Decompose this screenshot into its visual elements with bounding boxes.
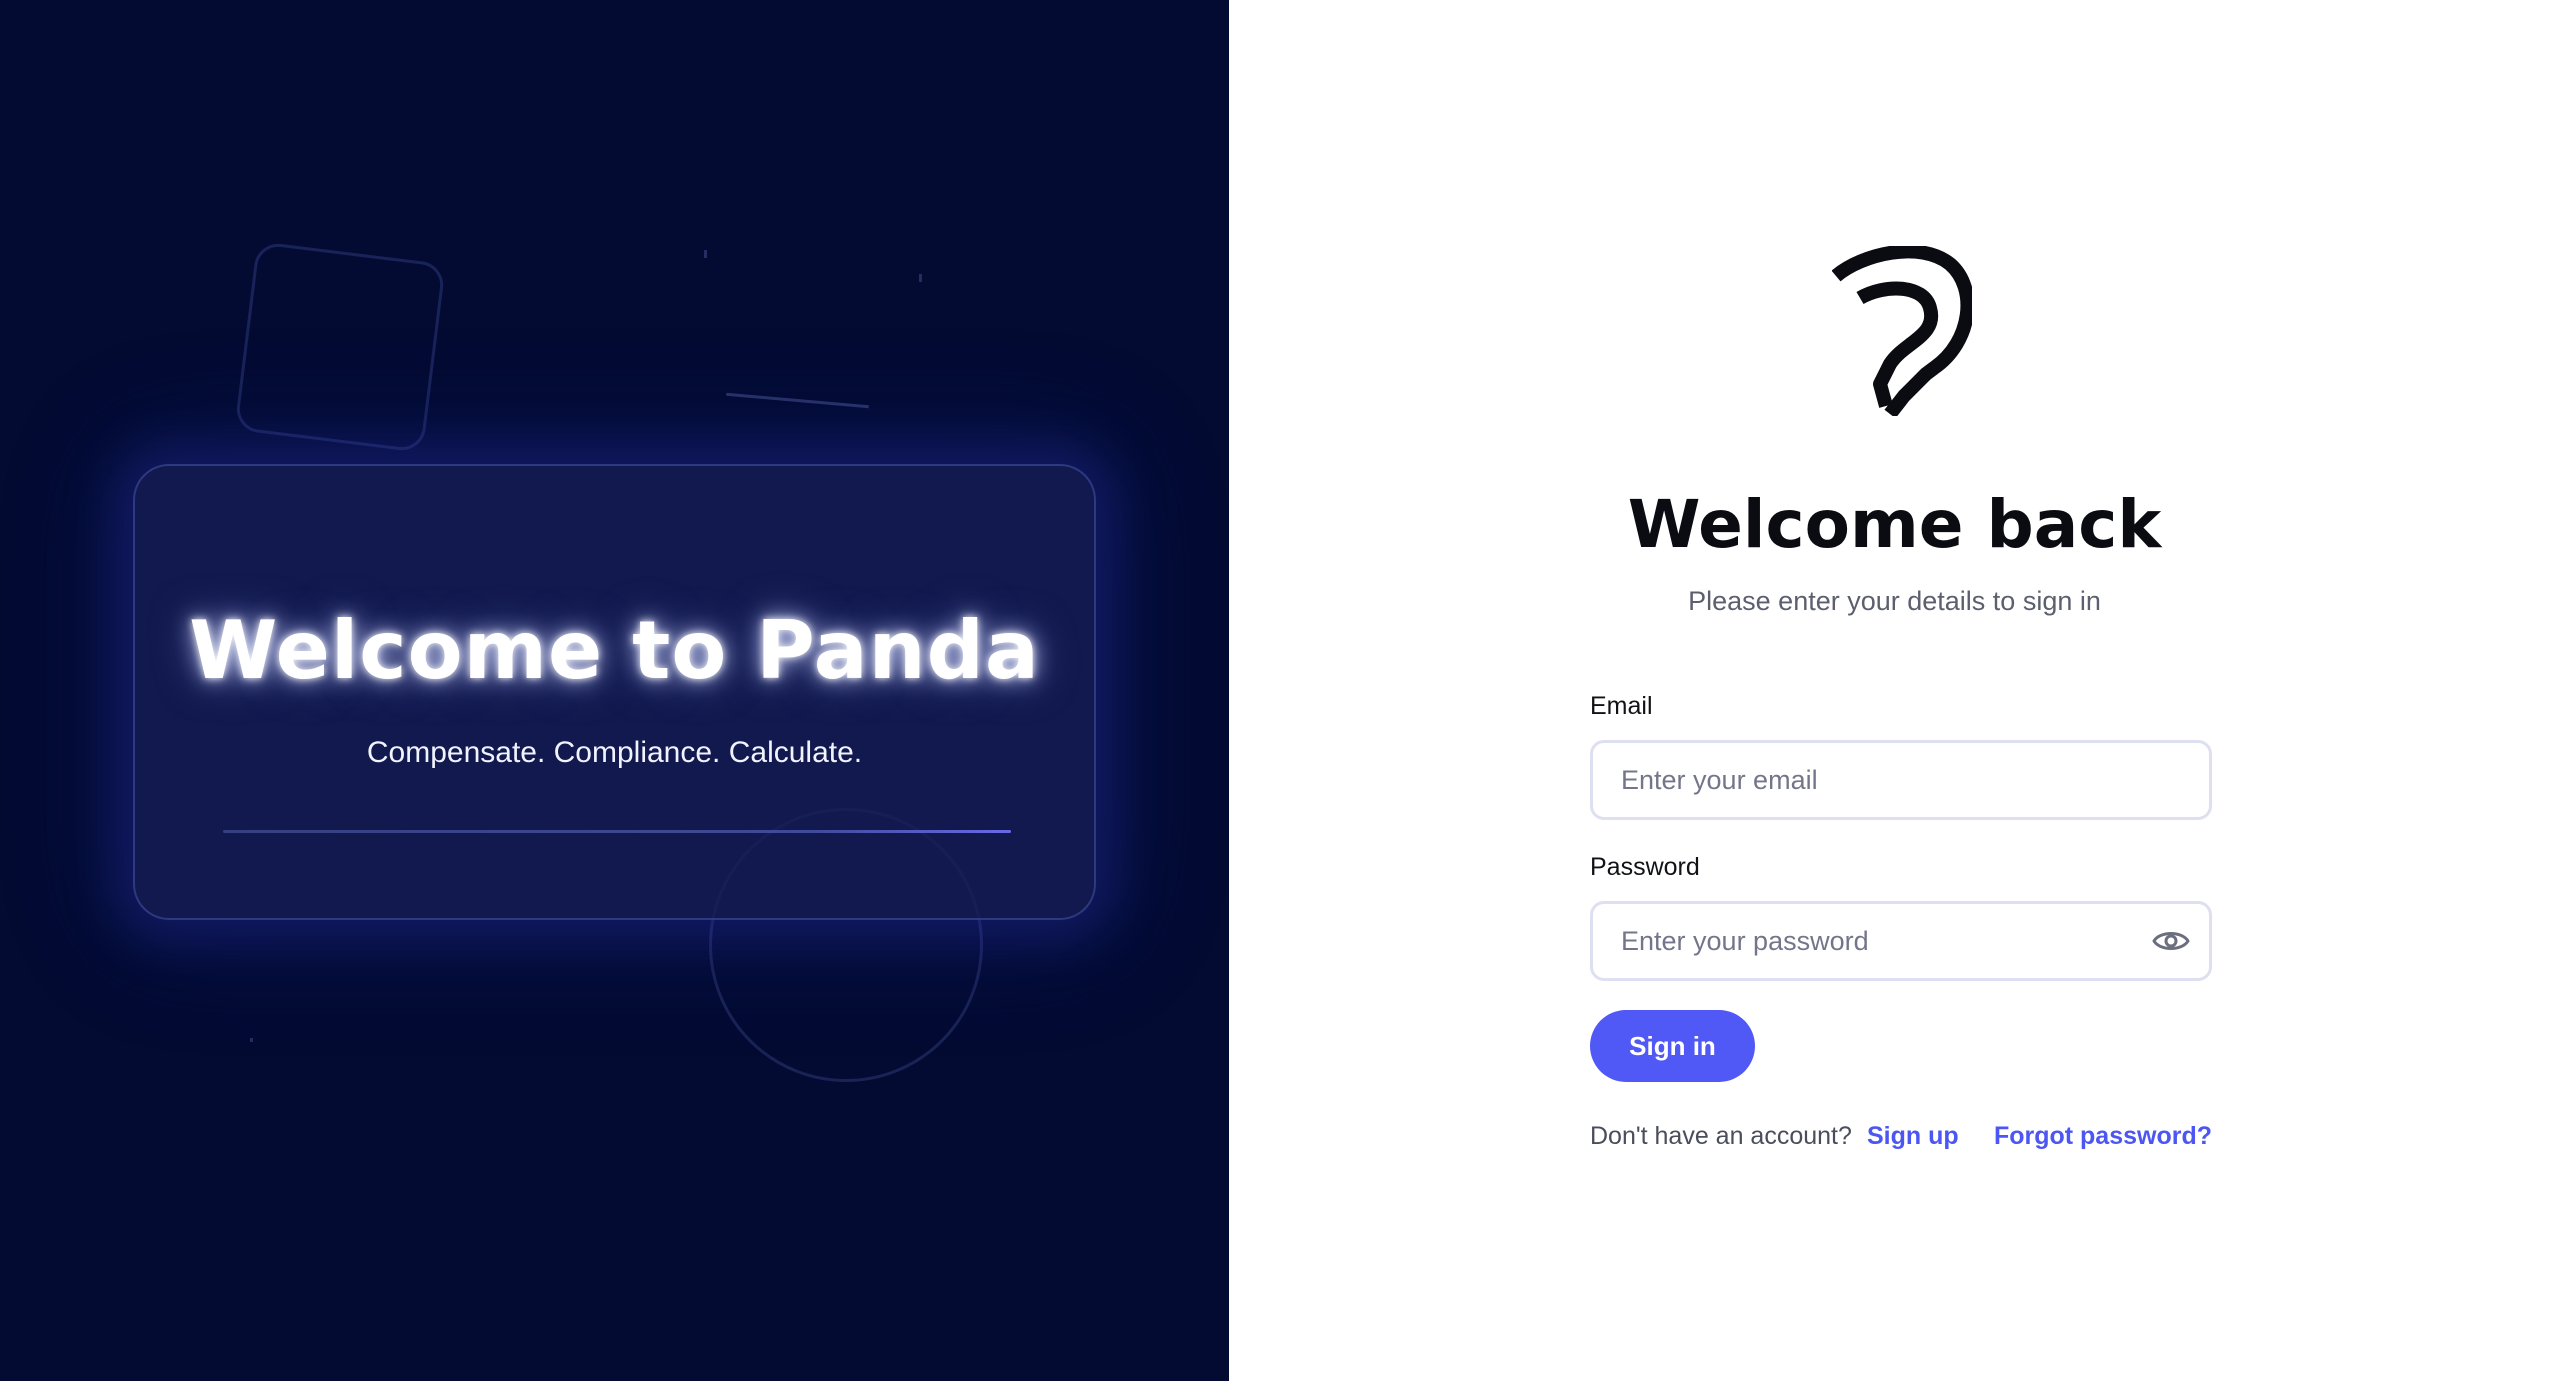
hero-panel: Welcome to Panda Compensate. Compliance.… <box>0 0 1229 1381</box>
decorative-square <box>234 241 446 453</box>
hero-divider <box>223 830 1011 833</box>
auth-footer: Don't have an account? Sign up Forgot pa… <box>1590 1122 2212 1156</box>
no-account-text: Don't have an account? <box>1590 1122 1852 1150</box>
eye-icon[interactable] <box>2149 919 2193 963</box>
login-page: Welcome to Panda Compensate. Compliance.… <box>0 0 2560 1381</box>
password-label: Password <box>1590 853 1700 881</box>
page-title: Welcome back <box>1627 486 2162 563</box>
sign-up-link[interactable]: Sign up <box>1867 1122 1959 1151</box>
password-field[interactable] <box>1621 925 2209 957</box>
password-field-container <box>1590 901 2212 981</box>
decorative-dot <box>919 274 922 282</box>
sign-in-button[interactable]: Sign in <box>1590 1010 1755 1082</box>
decorative-dot <box>250 1038 253 1042</box>
decorative-line <box>726 392 869 409</box>
page-subtitle: Please enter your details to sign in <box>1688 586 2101 616</box>
email-label: Email <box>1590 692 1653 720</box>
forgot-password-link[interactable]: Forgot password? <box>1994 1122 2212 1151</box>
hero-tagline: Compensate. Compliance. Calculate. <box>366 736 863 769</box>
panda-p-logo-icon <box>1832 246 1972 416</box>
email-field[interactable] <box>1621 764 2209 796</box>
email-field-container <box>1590 740 2212 820</box>
hero-card: Welcome to Panda Compensate. Compliance.… <box>133 464 1096 920</box>
auth-panel: Welcome back Please enter your details t… <box>1229 0 2560 1381</box>
decorative-dot <box>704 250 707 258</box>
hero-title: Welcome to Panda <box>189 604 1040 697</box>
